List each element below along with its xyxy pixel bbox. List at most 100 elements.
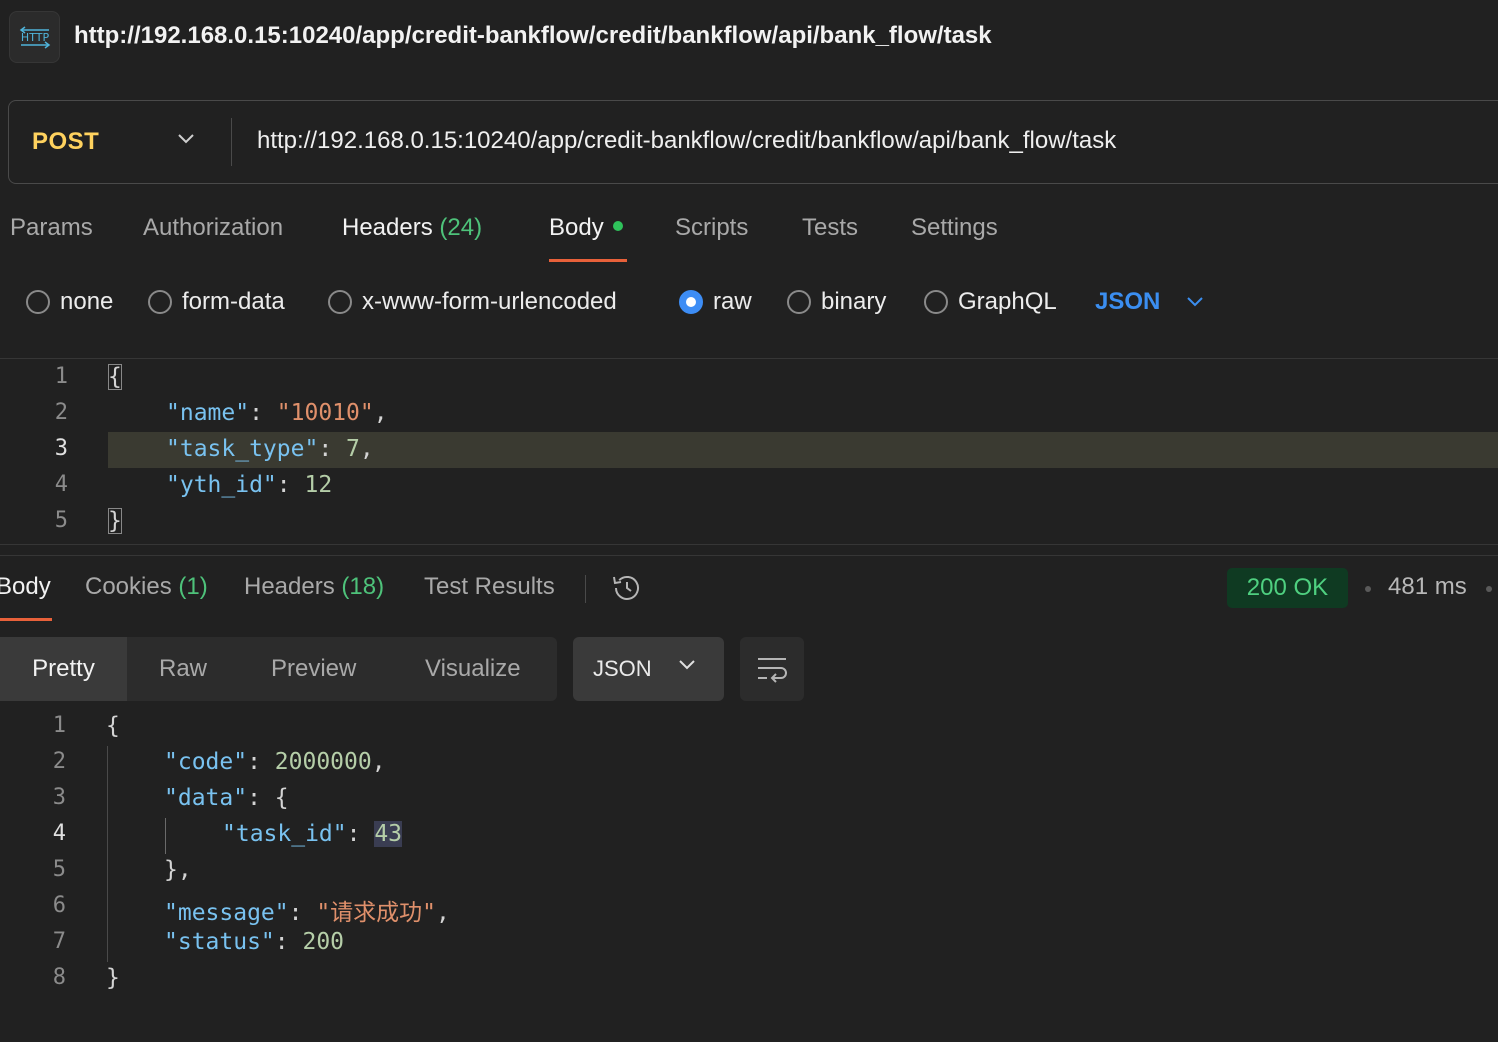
code-text: { — [106, 713, 120, 739]
json-number: 7 — [346, 436, 360, 462]
active-tab-indicator — [549, 259, 627, 262]
request-header: HTTP http://192.168.0.15:10240/app/credi… — [0, 0, 1498, 78]
code-line: 6 "message": "请求成功", — [0, 890, 1498, 926]
json-number: 200 — [302, 929, 345, 955]
resp-tab-headers[interactable]: Headers (18) — [244, 573, 384, 601]
tab-headers-label: Headers — [342, 214, 433, 241]
radio-circle — [26, 290, 50, 314]
format-select[interactable]: JSON — [573, 637, 724, 701]
language-select[interactable]: JSON — [1095, 286, 1204, 318]
code-text: "yth_id": 12 — [166, 472, 333, 498]
code-line: 2 "name": "10010", — [0, 397, 1498, 433]
code-line: 8 } — [0, 962, 1498, 998]
json-key: "data" — [164, 785, 248, 811]
view-preview[interactable]: Preview — [271, 637, 356, 701]
radio-form-data[interactable]: form-data — [148, 286, 285, 318]
url-bar: POST http://192.168.0.15:10240/app/credi… — [8, 100, 1498, 184]
url-divider — [231, 118, 232, 166]
line-number: 2 — [52, 749, 66, 774]
radio-circle — [148, 290, 172, 314]
json-number: 2000000 — [274, 749, 372, 775]
resp-tab-cookies-count: (1) — [178, 573, 208, 600]
code-text: }, — [164, 857, 192, 883]
radio-graphql[interactable]: GraphQL — [924, 286, 1057, 318]
code-text: } — [106, 965, 120, 991]
view-mode-toggle: Pretty Raw Preview Visualize — [0, 637, 557, 701]
code-text: "task_type": 7, — [166, 436, 374, 462]
tab-settings[interactable]: Settings — [911, 214, 998, 242]
line-number: 2 — [54, 400, 68, 425]
tab-scripts[interactable]: Scripts — [675, 214, 748, 242]
line-number: 3 — [52, 785, 66, 810]
line-number: 4 — [52, 821, 66, 846]
view-visualize[interactable]: Visualize — [425, 637, 521, 701]
resp-tab-cookies[interactable]: Cookies (1) — [85, 573, 208, 601]
view-raw[interactable]: Raw — [159, 637, 207, 701]
resp-tab-body[interactable]: Body — [0, 573, 51, 601]
tab-body-label: Body — [549, 214, 604, 241]
code-line: 4 "yth_id": 12 — [0, 469, 1498, 505]
code-line: 5 } — [0, 505, 1498, 541]
request-title[interactable]: http://192.168.0.15:10240/app/credit-ban… — [74, 22, 992, 50]
json-key: "name" — [166, 400, 250, 426]
code-text: "message": "请求成功", — [164, 900, 450, 926]
status-badge[interactable]: 200 OK — [1227, 568, 1348, 608]
code-text: "status": 200 — [164, 929, 345, 955]
wrap-lines-icon — [758, 658, 787, 683]
tab-authorization[interactable]: Authorization — [143, 214, 283, 242]
code-text: "task_id": 43 — [222, 821, 403, 847]
radio-binary[interactable]: binary — [787, 286, 886, 318]
json-key: "code" — [164, 749, 248, 775]
response-time[interactable]: 481 ms — [1388, 573, 1467, 601]
resp-tab-headers-count: (18) — [341, 573, 385, 600]
code-text: "code": 2000000, — [164, 749, 386, 775]
line-number: 4 — [54, 472, 68, 497]
radio-label: binary — [821, 288, 887, 315]
line-number: 1 — [52, 713, 66, 738]
line-number: 5 — [54, 508, 68, 533]
code-line: 3 "data": { — [0, 782, 1498, 818]
code-text: } — [108, 508, 122, 534]
json-key: "message" — [164, 900, 289, 926]
tab-body[interactable]: Body — [549, 214, 623, 242]
format-label: JSON — [593, 656, 652, 681]
history-icon[interactable] — [610, 571, 644, 605]
tab-params[interactable]: Params — [10, 214, 93, 242]
radio-none[interactable]: none — [26, 286, 113, 318]
url-input[interactable]: http://192.168.0.15:10240/app/credit-ban… — [257, 127, 1116, 155]
code-text: "name": "10010", — [166, 400, 388, 426]
code-line-active: 3 "task_type": 7, — [0, 433, 1498, 469]
tab-headers-count: (24) — [439, 214, 483, 241]
radio-raw[interactable]: raw — [679, 286, 752, 318]
separator-dot — [1365, 586, 1371, 592]
line-number: 3 — [54, 436, 68, 461]
code-line: 1 { — [0, 710, 1498, 746]
radio-urlencoded[interactable]: x-www-form-urlencoded — [328, 286, 617, 318]
tab-tests[interactable]: Tests — [802, 214, 858, 242]
code-line: 2 "code": 2000000, — [0, 746, 1498, 782]
line-number: 8 — [52, 965, 66, 990]
json-key: "task_id" — [222, 821, 347, 847]
view-pretty[interactable]: Pretty — [0, 637, 127, 701]
line-number: 1 — [54, 364, 68, 389]
separator-dot — [1486, 586, 1492, 592]
modified-dot-icon — [612, 221, 623, 231]
radio-circle — [924, 290, 948, 314]
radio-label: GraphQL — [958, 288, 1057, 315]
active-tab-indicator — [0, 618, 52, 621]
chevron-down-icon — [178, 134, 194, 144]
chevron-down-icon — [1187, 297, 1204, 307]
code-line: 4 "task_id": 43 — [0, 818, 1498, 854]
json-key: "status" — [164, 929, 275, 955]
json-key: "yth_id" — [166, 472, 277, 498]
method-select[interactable]: POST — [9, 101, 231, 183]
line-number: 7 — [52, 929, 66, 954]
wrap-lines-button[interactable] — [740, 637, 804, 701]
radio-label: raw — [713, 288, 752, 315]
json-key: "task_type" — [166, 436, 319, 462]
chevron-down-icon — [679, 660, 695, 670]
json-string: "请求成功" — [316, 900, 437, 926]
panel-divider[interactable] — [0, 544, 1498, 556]
tab-headers[interactable]: Headers (24) — [342, 214, 482, 242]
resp-tab-test-results[interactable]: Test Results — [424, 573, 555, 601]
